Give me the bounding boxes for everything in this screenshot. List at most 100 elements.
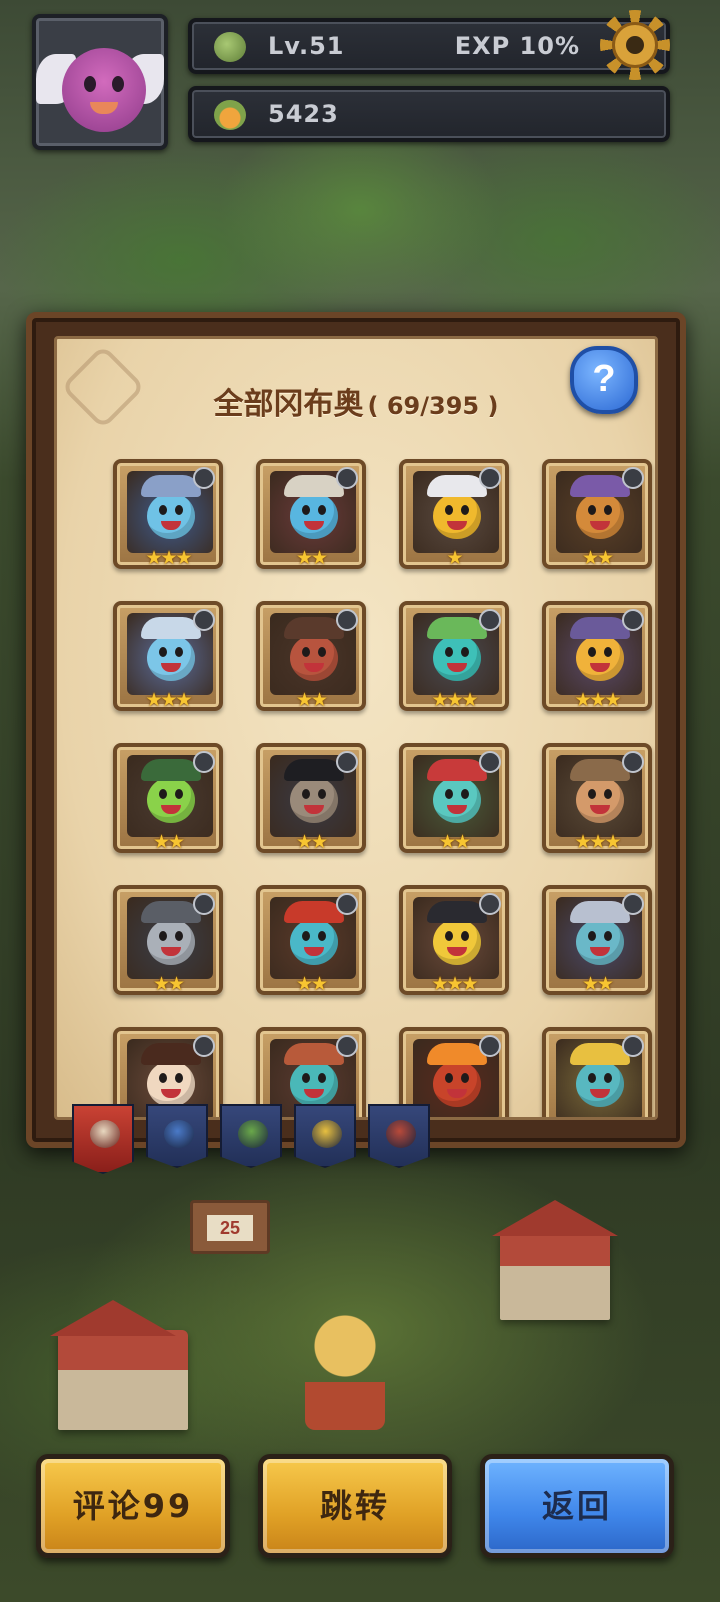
- class-badge-icon: [622, 467, 644, 489]
- class-badge-icon: [622, 893, 644, 915]
- class-badge-icon: [479, 609, 501, 631]
- character-face: [433, 1061, 481, 1107]
- star-rating: ★★★: [145, 547, 192, 569]
- panel-title: 全部冈布奥( 69/395 ): [57, 379, 655, 423]
- faction-tab-4[interactable]: [294, 1104, 356, 1168]
- level-icon: [214, 32, 246, 62]
- faction-tabs: [72, 1104, 430, 1174]
- acorn-icon: [214, 100, 246, 130]
- star-rating: ★★★: [145, 689, 192, 711]
- character-card[interactable]: ★★★: [113, 459, 223, 569]
- star-rating: ★★: [295, 831, 328, 853]
- character-mouth: [161, 947, 181, 956]
- character-headgear: [284, 475, 344, 497]
- help-button[interactable]: ?: [570, 346, 638, 414]
- character-headgear: [427, 901, 487, 923]
- character-card[interactable]: [542, 1027, 652, 1117]
- faction-tab-5[interactable]: [368, 1104, 430, 1168]
- collection-panel-parchment: 全部冈布奥( 69/395 ) ★★★ ★★ ★ ★★ ★★★ ★★ ★★★ ★★★ ★★ ★★ ★…: [54, 336, 658, 1120]
- star-rating: ★★: [295, 689, 328, 711]
- character-card[interactable]: ★: [399, 459, 509, 569]
- character-face: [147, 919, 195, 965]
- class-badge-icon: [622, 609, 644, 631]
- character-card[interactable]: ★★★: [113, 601, 223, 711]
- green-faction-icon: [238, 1120, 268, 1148]
- character-mouth: [447, 947, 467, 956]
- star-rating: ★: [446, 547, 463, 569]
- class-badge-icon: [336, 609, 358, 631]
- character-card[interactable]: ★★: [256, 601, 366, 711]
- settings-button[interactable]: [600, 10, 670, 80]
- jump-button[interactable]: 跳转: [258, 1454, 452, 1558]
- star-rating: ★★: [152, 973, 185, 995]
- character-mouth: [161, 521, 181, 530]
- character-card[interactable]: ★★: [256, 459, 366, 569]
- exp-text: EXP 10%: [454, 32, 580, 60]
- character-card[interactable]: ★★★: [399, 601, 509, 711]
- class-badge-icon: [479, 467, 501, 489]
- class-badge-icon: [622, 1035, 644, 1057]
- scene-statue: [305, 1310, 385, 1430]
- character-headgear: [141, 1043, 201, 1065]
- character-headgear: [284, 759, 344, 781]
- character-headgear: [427, 1043, 487, 1065]
- character-card[interactable]: ★★: [256, 743, 366, 853]
- character-mouth: [161, 663, 181, 672]
- character-face: [576, 777, 624, 823]
- scene-house-left: [50, 1300, 188, 1430]
- character-headgear: [427, 475, 487, 497]
- player-avatar[interactable]: [32, 14, 168, 150]
- character-face: [433, 635, 481, 681]
- character-face: [147, 493, 195, 539]
- character-headgear: [284, 1043, 344, 1065]
- faction-tab-1[interactable]: [72, 1104, 134, 1174]
- character-face: [147, 777, 195, 823]
- star-rating: ★★: [438, 831, 471, 853]
- character-headgear: [141, 759, 201, 781]
- comment-button[interactable]: 评论99: [36, 1454, 230, 1558]
- character-mouth: [447, 663, 467, 672]
- level-bar: Lv.51 EXP 10%: [188, 18, 670, 74]
- character-mouth: [590, 805, 610, 814]
- gear-icon-center: [612, 22, 658, 68]
- class-badge-icon: [479, 1035, 501, 1057]
- panel-title-text: 全部冈布奥: [213, 387, 364, 422]
- star-rating: ★★: [152, 831, 185, 853]
- character-face: [147, 635, 195, 681]
- faction-tab-3[interactable]: [220, 1104, 282, 1168]
- character-card[interactable]: ★★: [113, 885, 223, 995]
- currency-bar: 5423: [188, 86, 670, 142]
- character-headgear: [570, 759, 630, 781]
- class-badge-icon: [193, 751, 215, 773]
- back-button[interactable]: 返回: [480, 1454, 674, 1558]
- class-badge-icon: [193, 609, 215, 631]
- character-card[interactable]: ★★★: [399, 885, 509, 995]
- character-face: [290, 493, 338, 539]
- character-card[interactable]: ★★★: [542, 601, 652, 711]
- class-badge-icon: [193, 467, 215, 489]
- character-face: [576, 493, 624, 539]
- character-headgear: [570, 901, 630, 923]
- character-face: [433, 919, 481, 965]
- character-card[interactable]: ★★: [542, 459, 652, 569]
- character-face: [290, 635, 338, 681]
- star-rating: ★★: [581, 973, 614, 995]
- character-card[interactable]: ★★: [399, 743, 509, 853]
- character-card[interactable]: ★★★: [542, 743, 652, 853]
- character-headgear: [284, 617, 344, 639]
- star-rating: ★★: [581, 547, 614, 569]
- class-badge-icon: [193, 1035, 215, 1057]
- character-mouth: [590, 1089, 610, 1098]
- character-card[interactable]: ★★: [113, 743, 223, 853]
- character-card[interactable]: ★★: [542, 885, 652, 995]
- character-mouth: [447, 805, 467, 814]
- character-mouth: [590, 521, 610, 530]
- signpost-number: 25: [207, 1215, 253, 1241]
- character-headgear: [141, 475, 201, 497]
- character-mouth: [447, 1089, 467, 1098]
- character-card[interactable]: ★★: [256, 885, 366, 995]
- faction-tab-2[interactable]: [146, 1104, 208, 1168]
- character-headgear: [141, 901, 201, 923]
- star-rating: ★★: [295, 973, 328, 995]
- character-mouth: [161, 805, 181, 814]
